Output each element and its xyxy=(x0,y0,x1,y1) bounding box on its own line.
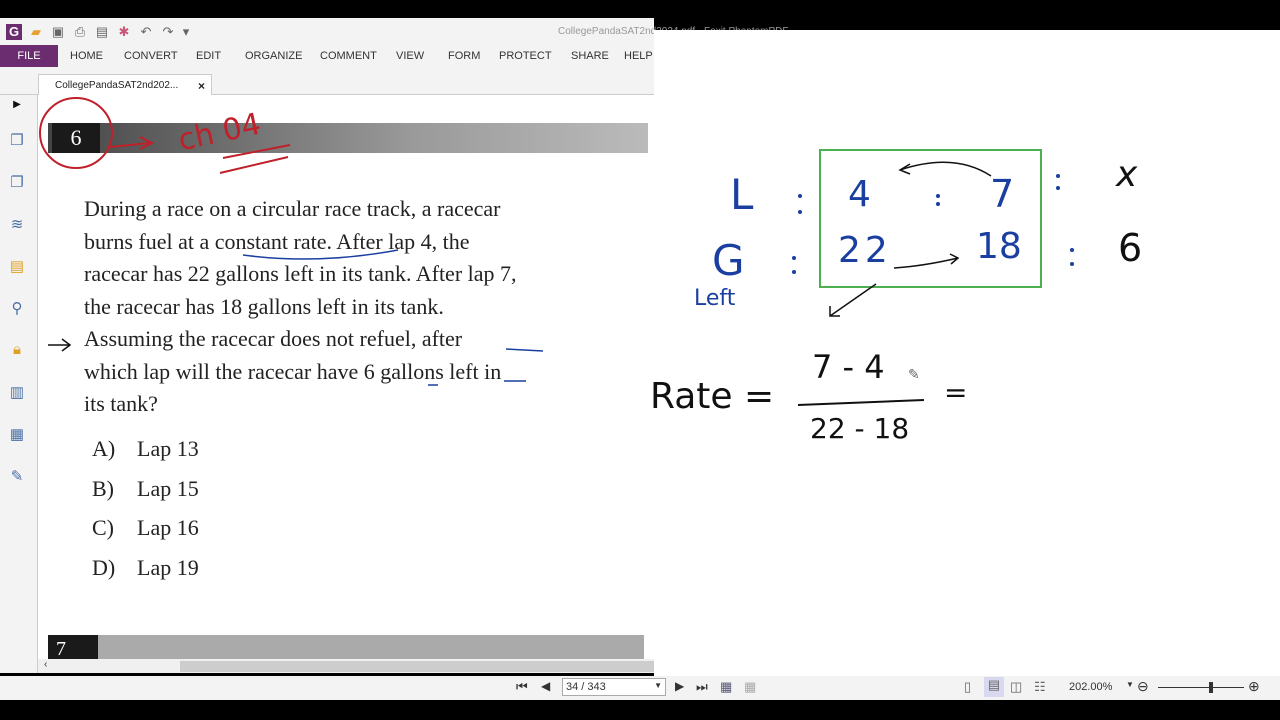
next-page-icon[interactable]: ▶ xyxy=(675,679,684,693)
l-value-b: 7 xyxy=(990,172,1015,216)
undo-icon[interactable]: ↶ xyxy=(138,24,154,40)
scroll-left-icon[interactable]: ‹ xyxy=(44,659,47,670)
document-tab[interactable]: CollegePandaSAT2nd202... × xyxy=(38,74,212,96)
choice-b[interactable]: B) Lap 15 xyxy=(92,469,199,509)
pdf-page-view[interactable]: 6 ch 04 7 During a race on a circular ra… xyxy=(38,95,654,659)
content-icon[interactable]: ▦ xyxy=(7,425,27,445)
ribbon-menu: FILE HOME CONVERT EDIT ORGANIZE COMMENT … xyxy=(0,45,654,67)
redo-icon[interactable]: ↷ xyxy=(160,24,176,40)
open-folder-icon[interactable]: ▰ xyxy=(28,24,44,40)
status-bar: ⏮ ◀ 34 / 343 ▼ ▶ ⏭ ▦ ▦ ▯ ▤ ◫ ☷ 202.00% ▼ … xyxy=(0,676,1280,700)
question-line: the racecar has 18 gallons left in its t… xyxy=(84,293,444,319)
next-problem-number: 7 xyxy=(56,638,66,659)
app-logo-icon: G xyxy=(6,23,22,40)
g-value-a: 22 xyxy=(838,230,892,271)
zoom-dropdown-icon[interactable]: ▼ xyxy=(1126,680,1134,689)
row-label-g: G xyxy=(712,236,745,285)
question-line: Assuming the racecar does not refuel, af… xyxy=(84,326,463,351)
customize-dropdown-icon[interactable]: ▾ xyxy=(182,24,190,40)
choice-letter: C) xyxy=(92,515,114,540)
choice-text: Lap 19 xyxy=(137,554,199,580)
print-icon[interactable]: ⎙ xyxy=(72,24,88,40)
prev-page-icon[interactable]: ◀ xyxy=(541,679,550,693)
menu-form[interactable]: FORM xyxy=(448,45,480,67)
single-page-icon[interactable]: ▯ xyxy=(964,679,971,695)
quick-access-toolbar: G ▰ ▣ ⎙ ▤ ✱ ↶ ↷ ▾ xyxy=(0,18,654,45)
scrollbar-thumb[interactable] xyxy=(180,661,654,672)
pen-cursor-icon: ✎ xyxy=(908,366,920,382)
rate-equals: = xyxy=(944,376,968,409)
new-doc-icon[interactable]: ✱ xyxy=(116,24,132,40)
close-tab-icon[interactable]: × xyxy=(198,75,205,97)
previous-view-icon[interactable]: ▦ xyxy=(720,679,732,695)
next-view-icon[interactable]: ▦ xyxy=(744,679,756,695)
page-dropdown-icon[interactable]: ▼ xyxy=(654,681,662,690)
first-page-icon[interactable]: ⏮ xyxy=(516,679,528,695)
menu-comment[interactable]: COMMENT xyxy=(320,45,377,67)
left-sidebar: ▶ ❒ ❐ ≋ ▤ ⚲ 🔒︎ ▥ ▦ ✎ xyxy=(0,95,38,673)
properties-icon[interactable]: ▤ xyxy=(94,24,110,40)
signature-icon[interactable]: ▥ xyxy=(7,383,27,403)
question-line: During a race on a circular race track, … xyxy=(84,196,501,221)
menu-view[interactable]: VIEW xyxy=(396,45,424,67)
question-text: During a race on a circular race track, … xyxy=(84,193,517,421)
left-note: Left xyxy=(694,286,736,311)
question-line: racecar has 22 gallons left in its tank.… xyxy=(84,261,517,286)
rate-label: Rate = xyxy=(650,376,775,417)
facing-page-icon[interactable]: ◫ xyxy=(1010,679,1022,695)
page-number-text: 34 / 343 xyxy=(566,681,606,693)
question-line: burns fuel at a constant rate. After lap… xyxy=(84,228,470,254)
save-icon[interactable]: ▣ xyxy=(50,24,66,40)
pages-icon[interactable]: ❐ xyxy=(7,173,27,193)
page-number-input[interactable]: 34 / 343 ▼ xyxy=(562,678,666,696)
menu-file[interactable]: FILE xyxy=(0,45,58,67)
attachments-icon[interactable]: ⚲ xyxy=(7,299,27,319)
choice-letter: A) xyxy=(92,436,116,461)
menu-edit[interactable]: EDIT xyxy=(196,45,221,67)
answer-choices: A) Lap 13 B) Lap 15 C) Lap 16 D) Lap 19 xyxy=(92,429,199,587)
whiteboard-strokes xyxy=(792,149,1074,406)
menu-help[interactable]: HELP xyxy=(624,45,653,67)
layers-icon[interactable]: ≋ xyxy=(7,215,27,235)
zoom-out-icon[interactable]: ⊖ xyxy=(1137,678,1149,695)
document-tab-label: CollegePandaSAT2nd202... xyxy=(55,80,179,91)
last-page-icon[interactable]: ⏭ xyxy=(696,679,708,695)
choice-letter: D) xyxy=(92,554,116,580)
zoom-slider-thumb[interactable] xyxy=(1209,682,1213,693)
choice-text: Lap 15 xyxy=(137,475,199,501)
question-line: its tank? xyxy=(84,391,158,416)
menu-protect[interactable]: PROTECT xyxy=(499,45,552,67)
choice-text: Lap 13 xyxy=(137,436,199,461)
l-value-x: x xyxy=(1116,154,1138,195)
l-value-a: 4 xyxy=(848,174,871,215)
continuous-facing-icon[interactable]: ☷ xyxy=(1034,679,1046,695)
menu-convert[interactable]: CONVERT xyxy=(124,45,178,67)
g-value-c: 6 xyxy=(1118,226,1143,270)
zoom-slider[interactable] xyxy=(1158,687,1244,688)
expand-panel-icon[interactable]: ▶ xyxy=(7,99,27,119)
choice-letter: B) xyxy=(92,475,114,501)
row-label-l: L xyxy=(730,170,754,219)
security-icon[interactable]: 🔒︎ xyxy=(7,341,27,361)
menu-home[interactable]: HOME xyxy=(70,45,103,67)
zoom-in-icon[interactable]: ⊕ xyxy=(1248,678,1260,695)
choice-text: Lap 16 xyxy=(137,515,199,540)
g-value-b: 18 xyxy=(976,226,1022,267)
menu-organize[interactable]: ORGANIZE xyxy=(245,45,302,67)
search-tool-icon[interactable]: ✎ xyxy=(7,467,27,487)
menu-share[interactable]: SHARE xyxy=(571,45,609,67)
bookmarks-icon[interactable]: ❒ xyxy=(7,131,27,151)
choice-c[interactable]: C) Lap 16 xyxy=(92,508,199,548)
comments-icon[interactable]: ▤ xyxy=(7,257,27,277)
rate-denominator: 22 - 18 xyxy=(810,412,910,445)
choice-d[interactable]: D) Lap 19 xyxy=(92,548,199,588)
whiteboard[interactable]: L 4 7 x G 22 18 6 Left Rate = 7 - 4 22 -… xyxy=(650,30,1280,676)
choice-a[interactable]: A) Lap 13 xyxy=(92,429,199,469)
continuous-page-icon[interactable]: ▤ xyxy=(984,677,1004,697)
question-line: which lap will the racecar have 6 gallon… xyxy=(84,358,502,384)
zoom-level[interactable]: 202.00% xyxy=(1069,681,1112,693)
rate-numerator: 7 - 4 xyxy=(812,348,885,386)
